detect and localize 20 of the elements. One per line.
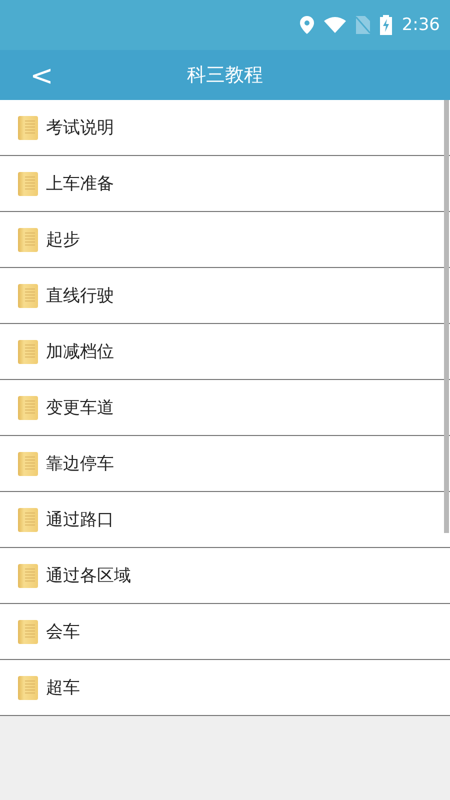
document-icon — [18, 676, 38, 700]
battery-charging-icon — [380, 15, 392, 35]
document-icon — [18, 620, 38, 644]
page-title: 科三教程 — [187, 63, 263, 88]
document-icon — [18, 116, 38, 140]
document-icon — [18, 564, 38, 588]
list-item[interactable]: 会车 — [0, 604, 450, 660]
document-icon — [18, 508, 38, 532]
location-icon — [300, 16, 314, 34]
document-icon — [18, 452, 38, 476]
no-sim-icon — [356, 16, 370, 34]
list-item[interactable]: 通过各区域 — [0, 548, 450, 604]
list-item[interactable]: 超车 — [0, 660, 450, 716]
document-icon — [18, 396, 38, 420]
document-icon — [18, 340, 38, 364]
document-icon — [18, 172, 38, 196]
status-time: 2:36 — [402, 15, 440, 35]
document-icon — [18, 284, 38, 308]
wifi-icon — [324, 17, 346, 33]
document-icon — [18, 228, 38, 252]
